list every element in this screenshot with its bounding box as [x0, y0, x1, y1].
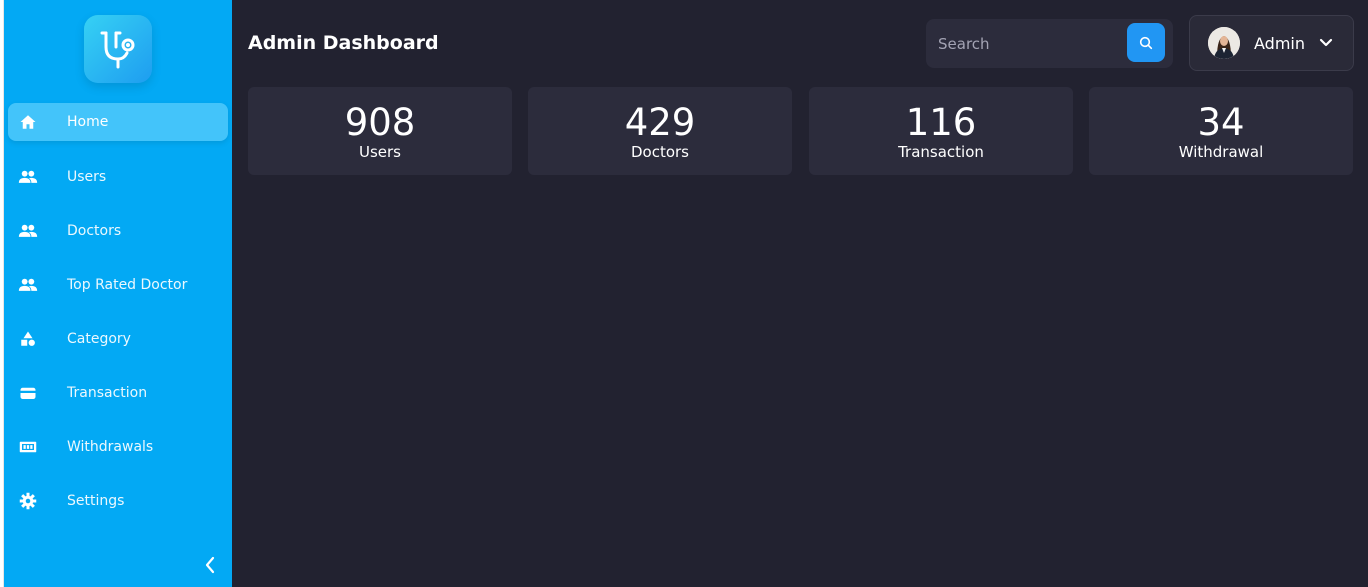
sidebar-item-withdrawals[interactable]: Withdrawals [8, 428, 228, 466]
chevron-left-icon [205, 556, 215, 574]
search-button[interactable] [1127, 23, 1165, 62]
stat-value: 116 [905, 101, 977, 144]
people-icon [18, 221, 38, 241]
sidebar-item-doctors[interactable]: Doctors [8, 212, 228, 250]
sidebar-item-label: Transaction [67, 385, 148, 401]
search-bar [926, 19, 1173, 68]
sidebar-item-settings[interactable]: Settings [8, 482, 228, 520]
sidebar-item-label: Users [67, 169, 107, 185]
stat-card-users: 908 Users [248, 87, 512, 175]
sidebar-item-label: Home [67, 114, 109, 130]
sidebar-item-top-rated-doctor[interactable]: Top Rated Doctor [8, 266, 228, 304]
profile-menu[interactable]: Admin [1189, 15, 1354, 71]
category-icon [18, 329, 38, 349]
sidebar-item-label: Top Rated Doctor [67, 277, 188, 293]
sidebar-item-label: Settings [67, 493, 125, 509]
people-icon [18, 275, 38, 295]
gear-icon [18, 491, 38, 511]
card-icon [18, 383, 38, 403]
stat-value: 908 [344, 101, 416, 144]
stat-card-transaction: 116 Transaction [809, 87, 1073, 175]
people-icon [18, 167, 38, 187]
sidebar: Home Users Doctors Top Rated Doctor Cate… [4, 0, 232, 587]
stat-label: Transaction [898, 143, 984, 161]
stat-value: 429 [624, 101, 696, 144]
sidebar-item-users[interactable]: Users [8, 158, 228, 196]
collapse-sidebar-button[interactable] [200, 555, 220, 575]
stat-label: Doctors [630, 143, 689, 161]
search-input[interactable] [926, 19, 1126, 68]
stat-card-doctors: 429 Doctors [528, 87, 792, 175]
stat-label: Withdrawal [1178, 143, 1264, 161]
sidebar-item-transaction[interactable]: Transaction [8, 374, 228, 412]
sidebar-item-label: Doctors [67, 223, 122, 239]
home-icon [18, 112, 38, 132]
sidebar-item-category[interactable]: Category [8, 320, 228, 358]
profile-name: Admin [1254, 33, 1305, 53]
search-icon [1139, 36, 1153, 49]
stat-value: 34 [1197, 101, 1245, 144]
sidebar-item-home[interactable]: Home [8, 103, 228, 141]
sidebar-item-label: Category [67, 331, 131, 347]
stethoscope-icon [100, 31, 135, 69]
avatar [1208, 27, 1240, 59]
page-title: Admin Dashboard [248, 32, 439, 54]
chevron-down-icon [1319, 38, 1333, 48]
stat-label: Users [358, 143, 401, 161]
stat-card-withdrawal: 34 Withdrawal [1089, 87, 1353, 175]
main-content: Admin Dashboard Admin 908 Users 429 Doct… [232, 0, 1368, 587]
app-logo[interactable] [84, 15, 152, 83]
cash-icon [18, 437, 38, 457]
sidebar-item-label: Withdrawals [67, 439, 154, 455]
